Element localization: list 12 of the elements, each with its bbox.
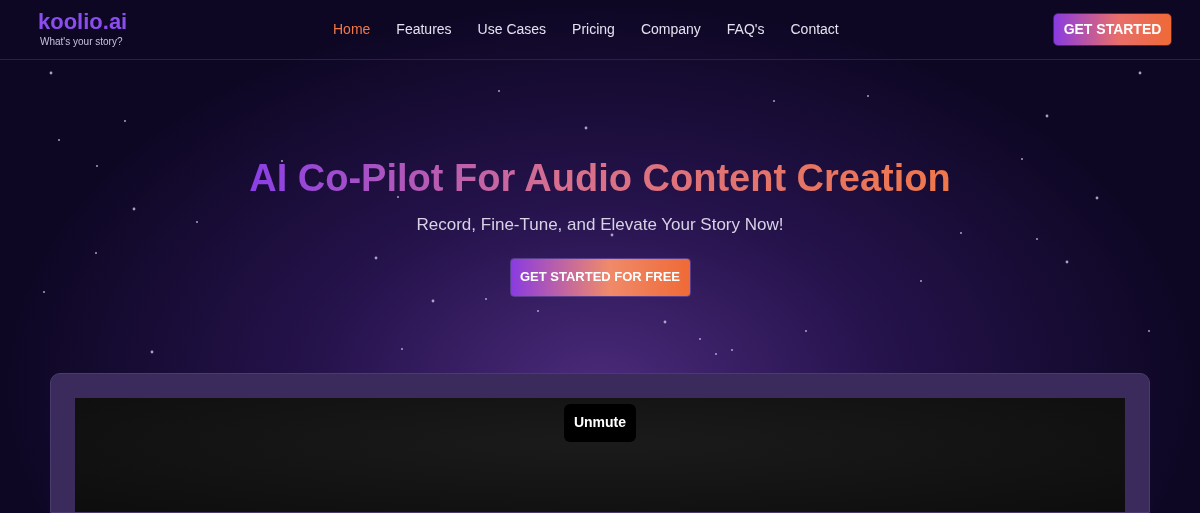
nav-link[interactable]: Use Cases	[477, 19, 547, 40]
nav-link[interactable]: Contact	[790, 19, 839, 40]
nav-link[interactable]: Features	[396, 19, 452, 40]
get-started-button[interactable]: GET STARTED	[1053, 13, 1172, 46]
logo[interactable]: koolio.ai	[38, 10, 298, 33]
nav-link[interactable]: Pricing	[572, 19, 615, 40]
nav-link[interactable]: FAQ's	[726, 19, 765, 40]
nav-link[interactable]: Company	[640, 19, 701, 40]
tagline: What's your story?	[40, 34, 124, 49]
nav-link[interactable]: Home	[333, 19, 371, 40]
hero-subtitle: Record, Fine-Tune, and Elevate Your Story Now!	[416, 214, 784, 236]
unmute-button[interactable]: Unmute	[564, 403, 636, 442]
